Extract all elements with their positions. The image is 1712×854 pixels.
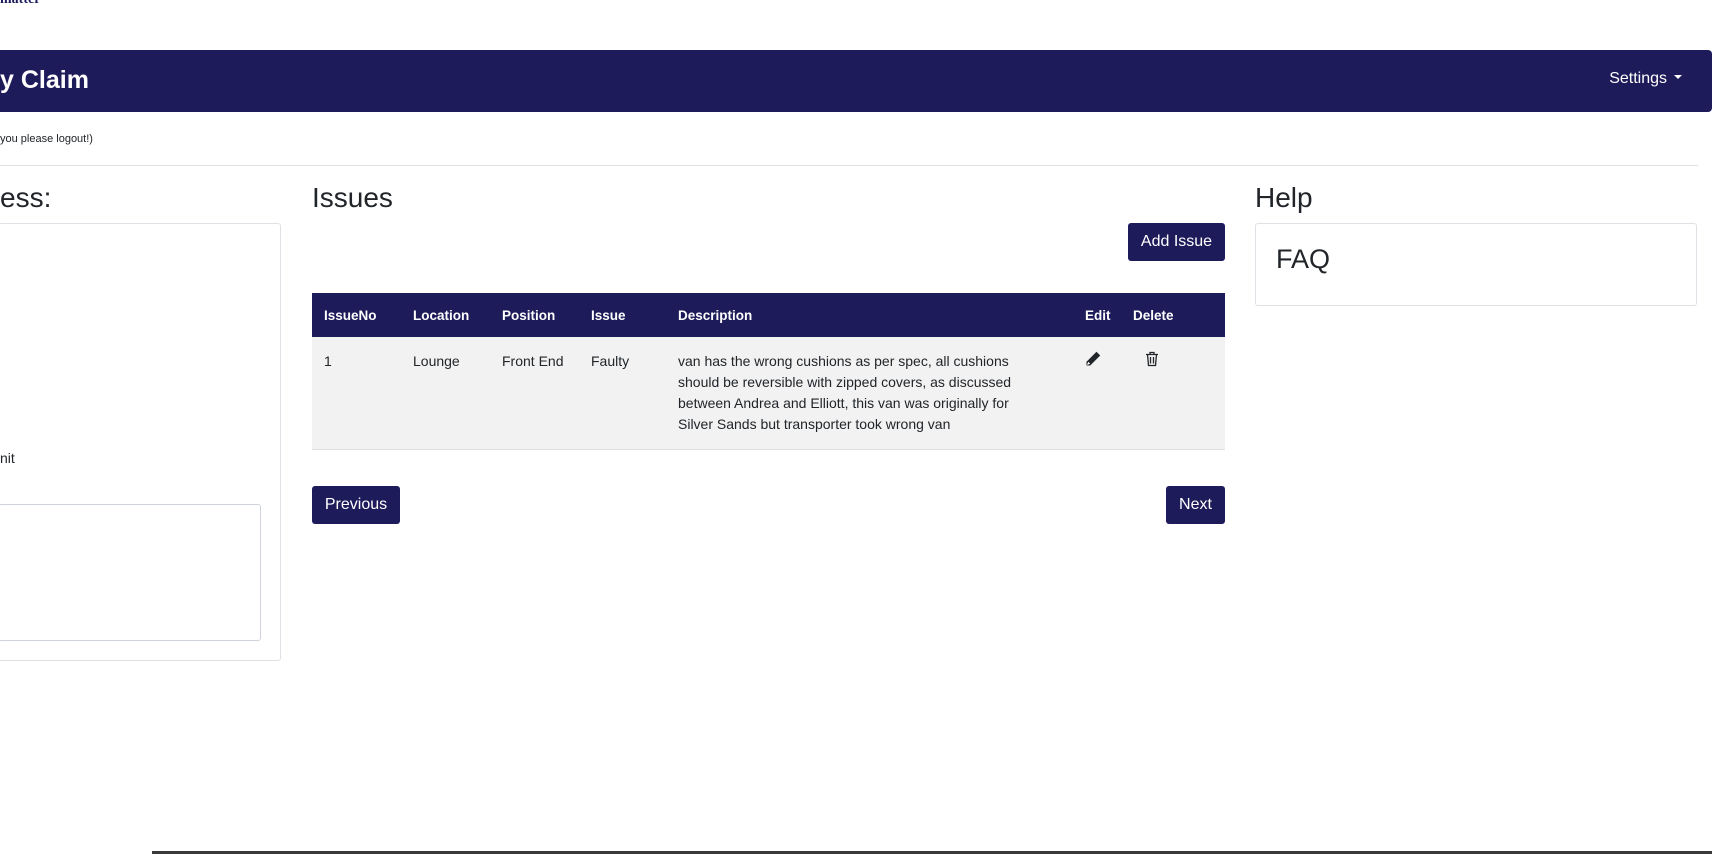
cell-edit xyxy=(1073,337,1121,450)
cell-position: Front End xyxy=(490,337,579,450)
caret-down-icon xyxy=(1674,74,1682,79)
cell-issue-no: 1 xyxy=(312,337,401,450)
faq-link[interactable]: FAQ xyxy=(1276,244,1330,275)
cell-issue: Faulty xyxy=(579,337,666,450)
column-header-position: Position xyxy=(490,293,579,337)
left-panel-text: nit xyxy=(0,450,15,466)
settings-dropdown[interactable]: Settings xyxy=(1609,70,1682,88)
trash-icon[interactable] xyxy=(1145,351,1159,373)
table-header-row: IssueNo Location Position Issue Descript… xyxy=(312,293,1225,337)
navbar: y Claim Settings xyxy=(0,50,1712,112)
settings-label: Settings xyxy=(1609,70,1667,87)
issues-heading: Issues xyxy=(312,182,393,213)
help-card: FAQ xyxy=(1255,223,1697,306)
help-heading: Help xyxy=(1255,182,1313,213)
app-title[interactable]: y Claim xyxy=(0,66,89,95)
logout-notice: you please logout!) xyxy=(0,133,93,145)
column-header-issueno: IssueNo xyxy=(312,293,401,337)
pencil-icon[interactable] xyxy=(1085,351,1101,373)
column-header-edit: Edit xyxy=(1073,293,1121,337)
cell-description: van has the wrong cushions as per spec, … xyxy=(666,337,1073,450)
add-issue-button[interactable]: Add Issue xyxy=(1128,223,1225,261)
previous-button[interactable]: Previous xyxy=(312,486,400,524)
issues-table: IssueNo Location Position Issue Descript… xyxy=(312,293,1225,450)
logo-text: matter xyxy=(0,0,40,8)
column-header-location: Location xyxy=(401,293,490,337)
column-header-delete: Delete xyxy=(1121,293,1225,337)
left-panel-heading: ess: xyxy=(0,182,52,213)
next-button[interactable]: Next xyxy=(1166,486,1225,524)
cell-delete xyxy=(1121,337,1225,450)
table-row: 1 Lounge Front End Faulty van has the wr… xyxy=(312,337,1225,450)
left-panel-textarea[interactable] xyxy=(0,504,261,641)
divider xyxy=(0,165,1698,166)
column-header-issue: Issue xyxy=(579,293,666,337)
column-header-description: Description xyxy=(666,293,1073,337)
cell-location: Lounge xyxy=(401,337,490,450)
